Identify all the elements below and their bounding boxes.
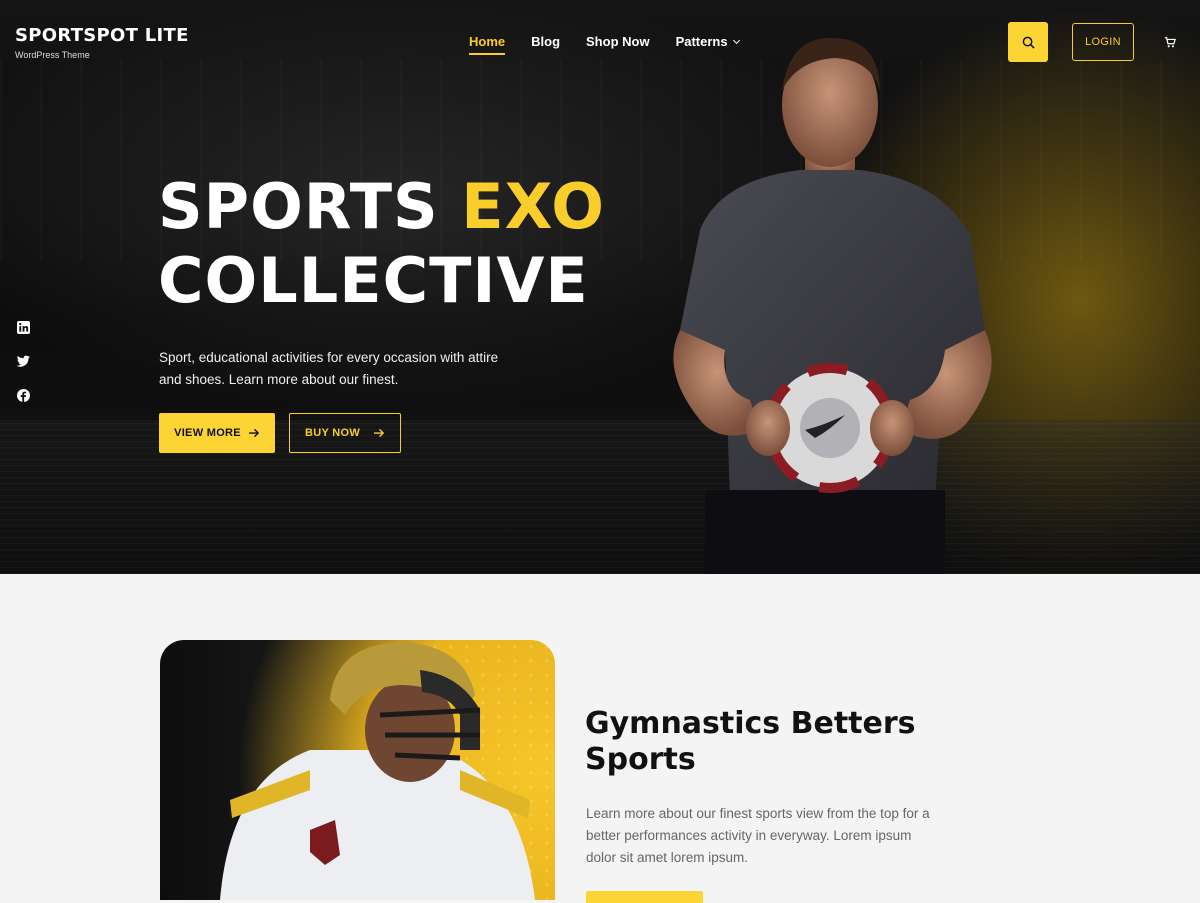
site-title[interactable]: SPORTSPOT LITE [15,25,189,46]
buy-now-label: BUY NOW [304,427,361,439]
nav-item-label: Patterns [675,34,728,49]
nav-item-home[interactable]: Home [469,34,506,55]
login-button[interactable]: LOGIN [1072,23,1134,61]
nav-item-shop-now[interactable]: Shop Now [586,34,650,55]
cart-button[interactable] [1160,32,1180,52]
hero-title-line2: COLLECTIVE [158,244,589,317]
nav-item-label: Blog [531,34,561,49]
hero-title-accent: EXO [461,170,605,243]
nav-item-label: Home [469,34,506,49]
arrow-right-icon [374,428,385,438]
cart-icon [1164,37,1176,48]
football-player-illustration [220,642,535,900]
soccer-player-image [673,37,992,574]
view-more-label: VIEW MORE [174,427,241,439]
football-player-image [160,640,555,900]
main-nav: Home Blog Shop Now Patterns [469,34,740,55]
twitter-icon[interactable] [16,354,30,368]
nav-item-blog[interactable]: Blog [531,34,560,55]
hero-section: SPORTSPOT LITE WordPress Theme Home Blog… [0,0,1200,574]
hero-title: SPORTS EXO COLLECTIVE [158,170,605,318]
buy-now-button[interactable]: BUY NOW [289,413,401,453]
facebook-icon[interactable] [16,388,30,402]
feature-button[interactable] [586,891,703,903]
nav-item-patterns[interactable]: Patterns [675,34,740,55]
nav-item-label: Shop Now [586,34,650,49]
search-button[interactable] [1008,22,1048,62]
chevron-down-icon [732,36,740,44]
linkedin-icon[interactable] [16,320,30,334]
social-links [16,320,30,402]
arrow-right-icon [248,428,260,438]
brand[interactable]: SPORTSPOT LITE WordPress Theme [15,25,189,60]
feature-title: Gymnastics Betters Sports [585,706,916,777]
feature-description: Learn more about our finest sports view … [586,806,930,865]
view-more-button[interactable]: VIEW MORE [159,413,275,453]
hero-title-word: SPORTS [158,170,439,243]
hero-description: Sport, educational activities for every … [159,350,499,387]
search-icon [1022,36,1035,49]
site-tagline: WordPress Theme [15,50,90,60]
